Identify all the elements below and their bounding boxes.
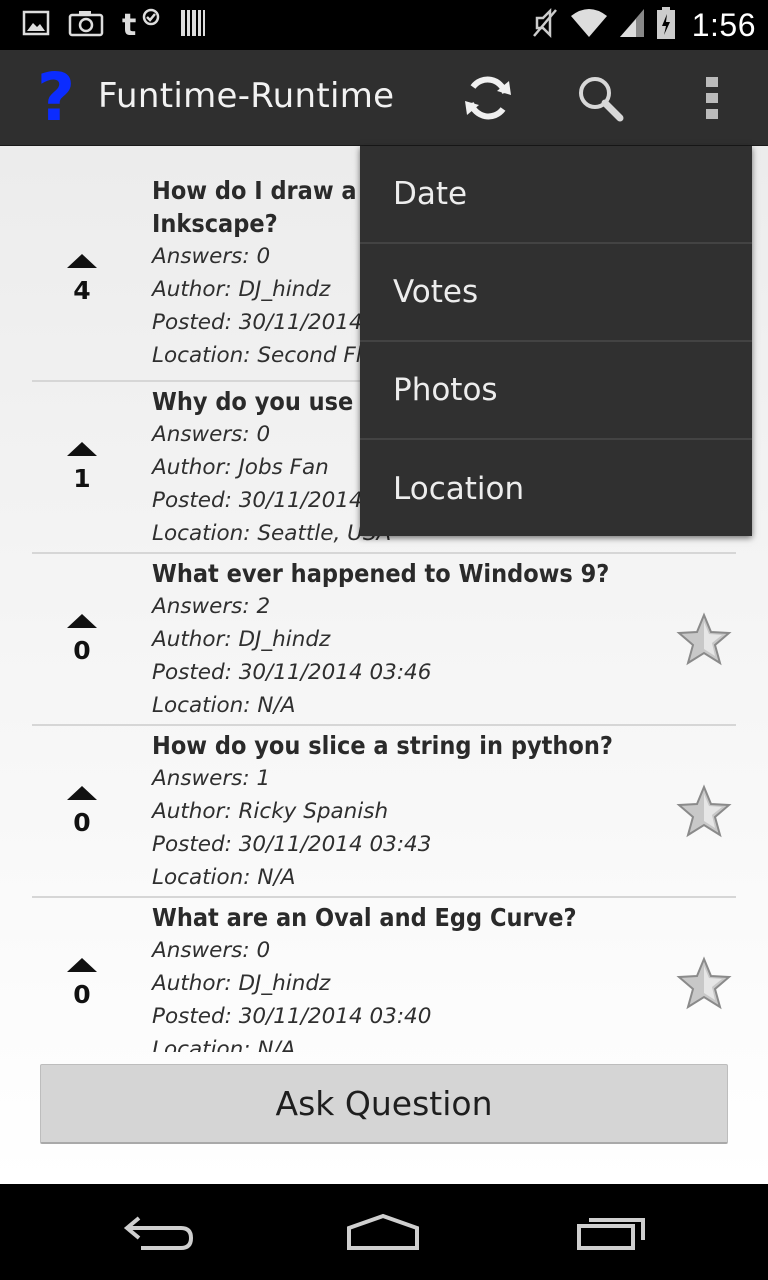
location: Location: N/A bbox=[152, 865, 296, 890]
upvote-icon[interactable] bbox=[67, 614, 97, 628]
refresh-button[interactable] bbox=[454, 64, 522, 132]
author: Author: DJ_hindz bbox=[152, 971, 331, 996]
vote-count: 0 bbox=[73, 636, 91, 665]
vote-widget: 1 bbox=[62, 382, 102, 552]
vote-count: 0 bbox=[73, 808, 91, 837]
favorite-star-icon[interactable] bbox=[676, 956, 732, 1012]
question-title: How do you slice a string in python? bbox=[152, 731, 613, 760]
question-row[interactable]: 0 How do you slice a string in python? A… bbox=[32, 726, 736, 898]
vote-widget: 0 bbox=[62, 898, 102, 1052]
status-bar: t 1:56 bbox=[0, 0, 768, 50]
gallery-icon bbox=[22, 10, 50, 40]
question-details: How do you slice a string in python? Ans… bbox=[152, 729, 652, 894]
home-icon bbox=[347, 1213, 419, 1250]
clock: 1:56 bbox=[691, 6, 756, 43]
mute-icon bbox=[530, 6, 560, 44]
location: Location: N/A bbox=[152, 693, 296, 718]
refresh-icon bbox=[465, 76, 511, 120]
vote-widget: 0 bbox=[62, 554, 102, 724]
menu-item-votes[interactable]: Votes bbox=[360, 244, 752, 342]
upvote-icon[interactable] bbox=[67, 442, 97, 456]
ask-question-button[interactable]: Ask Question bbox=[40, 1064, 728, 1144]
favorite-star-icon[interactable] bbox=[676, 784, 732, 840]
action-bar: ? Funtime-Runtime bbox=[0, 50, 768, 146]
signal-icon bbox=[618, 7, 646, 43]
overflow-menu-icon bbox=[706, 77, 718, 119]
svg-text:t: t bbox=[122, 8, 136, 38]
question-details: What ever happened to Windows 9? Answers… bbox=[152, 557, 652, 722]
app-question-icon[interactable]: ? bbox=[36, 60, 76, 136]
favorite-star-icon[interactable] bbox=[676, 612, 732, 668]
recent-apps-button[interactable] bbox=[566, 1198, 656, 1266]
navigation-bar bbox=[0, 1184, 768, 1280]
posted-date: Posted: 30/11/2014 03:46 bbox=[152, 660, 432, 685]
posted-date: Posted: 30/11/2014 03:40 bbox=[152, 1004, 432, 1029]
menu-item-photos[interactable]: Photos bbox=[360, 342, 752, 440]
answers-count: Answers: 0 bbox=[152, 938, 271, 963]
question-title: What ever happened to Windows 9? bbox=[152, 559, 610, 588]
barcode-icon bbox=[180, 9, 206, 41]
wifi-icon bbox=[570, 8, 608, 42]
upvote-icon[interactable] bbox=[67, 786, 97, 800]
sort-menu: Date Votes Photos Location bbox=[360, 146, 752, 536]
t-mobile-icon: t bbox=[122, 8, 162, 43]
back-icon bbox=[123, 1216, 194, 1250]
author: Author: Ricky Spanish bbox=[152, 799, 389, 824]
posted-date: Posted: 30/11/2014 03:43 bbox=[152, 832, 432, 857]
app-title: Funtime-Runtime bbox=[98, 76, 395, 116]
vote-count: 0 bbox=[73, 980, 91, 1009]
vote-count: 1 bbox=[73, 464, 91, 493]
answers-count: Answers: 1 bbox=[152, 766, 271, 791]
question-title: What are an Oval and Egg Curve? bbox=[152, 903, 577, 932]
vote-count: 4 bbox=[73, 276, 91, 305]
battery-icon bbox=[656, 6, 676, 44]
search-button[interactable] bbox=[566, 64, 634, 132]
menu-item-location[interactable]: Location bbox=[360, 440, 752, 538]
home-button[interactable] bbox=[338, 1198, 428, 1266]
question-row[interactable]: 0 What are an Oval and Egg Curve? Answer… bbox=[32, 898, 736, 1052]
upvote-icon[interactable] bbox=[67, 254, 97, 268]
vote-widget: 0 bbox=[62, 726, 102, 896]
recent-apps-icon bbox=[577, 1218, 645, 1250]
vote-widget: 4 bbox=[62, 174, 102, 380]
upvote-icon[interactable] bbox=[67, 958, 97, 972]
answers-count: Answers: 2 bbox=[152, 594, 271, 619]
search-icon bbox=[579, 77, 624, 122]
camera-icon bbox=[68, 9, 104, 41]
menu-item-date[interactable]: Date bbox=[360, 146, 752, 244]
question-details: What are an Oval and Egg Curve? Answers:… bbox=[152, 901, 652, 1052]
question-row[interactable]: 0 What ever happened to Windows 9? Answe… bbox=[32, 554, 736, 726]
overflow-menu-button[interactable] bbox=[678, 64, 746, 132]
author: Author: DJ_hindz bbox=[152, 627, 331, 652]
location: Location: N/A bbox=[152, 1037, 296, 1052]
back-button[interactable] bbox=[114, 1198, 204, 1266]
